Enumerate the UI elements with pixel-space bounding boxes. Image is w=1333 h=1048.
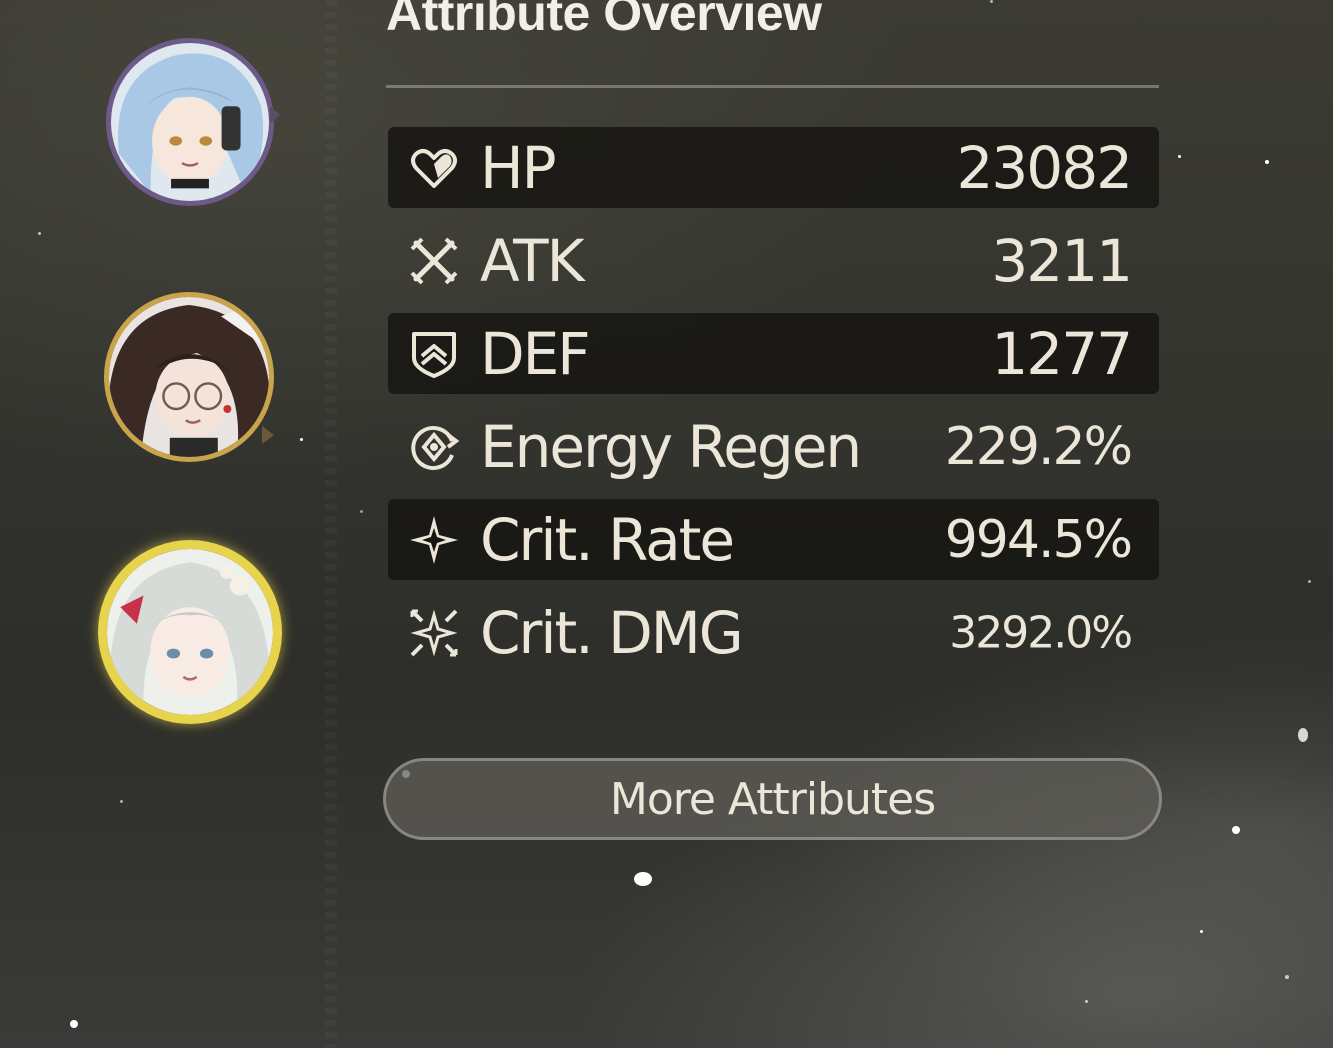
attribute-label: DEF — [480, 319, 591, 388]
attribute-value: 1277 — [991, 319, 1133, 388]
heart-icon — [408, 142, 460, 194]
attribute-label: ATK — [480, 226, 585, 295]
crit-dmg-burst-icon — [408, 607, 460, 659]
dark-hair-glasses-portrait-icon — [109, 297, 269, 457]
attribute-row-crit-dmg: Crit. DMG 3292.0% — [388, 592, 1159, 673]
panel-title: Attribute Overview — [386, 0, 822, 41]
attribute-row-hp: HP 23082 — [388, 127, 1159, 208]
shield-icon — [408, 328, 460, 380]
attribute-label: HP — [480, 133, 557, 202]
attribute-label: Energy Regen — [480, 412, 862, 481]
attribute-value: 994.5% — [944, 509, 1133, 570]
avatar-1-marker — [270, 106, 280, 124]
attribute-row-energy-regen: Energy Regen 229.2% — [388, 406, 1159, 487]
attribute-value: 229.2% — [944, 416, 1133, 477]
attribute-label: Crit. DMG — [480, 598, 744, 667]
avatar-2-marker — [262, 426, 274, 444]
energy-regen-icon — [408, 421, 460, 473]
attribute-row-def: DEF 1277 — [388, 313, 1159, 394]
blue-hair-portrait-icon — [111, 43, 269, 201]
attribute-row-crit-rate: Crit. Rate 994.5% — [388, 499, 1159, 580]
team-member-1-avatar[interactable] — [106, 38, 274, 206]
attribute-label: Crit. Rate — [480, 505, 735, 574]
title-divider — [386, 85, 1159, 88]
crossed-swords-icon — [408, 235, 460, 287]
attribute-value: 3292.0% — [949, 607, 1133, 658]
attribute-row-atk: ATK 3211 — [388, 220, 1159, 301]
team-member-2-avatar[interactable] — [104, 292, 274, 462]
white-hair-portrait-icon — [107, 549, 273, 715]
attribute-value: 23082 — [956, 133, 1133, 202]
team-sidebar — [0, 0, 337, 1048]
attribute-list: HP 23082 ATK 3211 DEF 1277 Energy Regen … — [388, 127, 1159, 685]
more-attributes-button[interactable]: More Attributes — [383, 758, 1162, 840]
crit-rate-star-icon — [408, 514, 460, 566]
team-member-3-avatar-selected[interactable] — [98, 540, 282, 724]
sidebar-divider — [325, 0, 337, 1048]
attribute-value: 3211 — [991, 226, 1133, 295]
